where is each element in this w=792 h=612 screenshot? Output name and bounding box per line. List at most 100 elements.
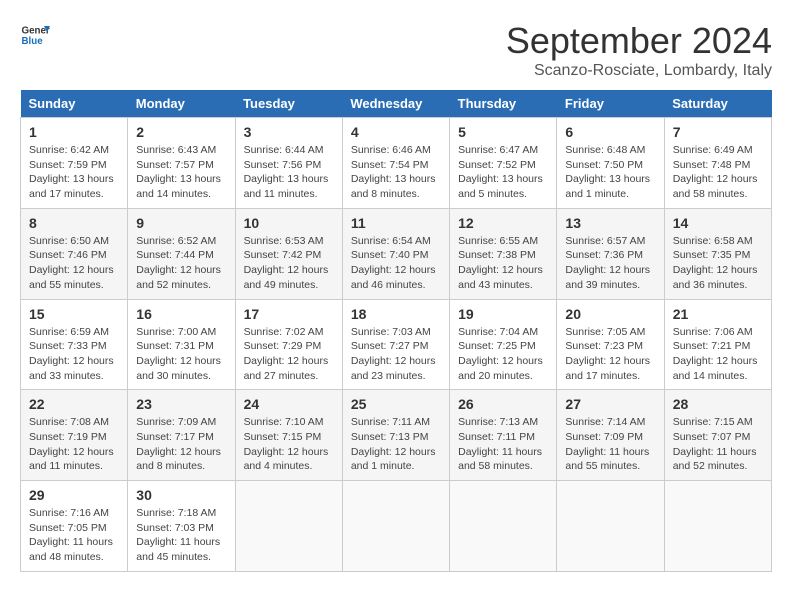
day-number: 22 [29, 396, 119, 412]
day-info: Sunrise: 7:00 AM Sunset: 7:31 PM Dayligh… [136, 325, 226, 384]
day-info: Sunrise: 6:47 AM Sunset: 7:52 PM Dayligh… [458, 143, 548, 202]
svg-text:Blue: Blue [22, 36, 44, 47]
day-info: Sunrise: 7:11 AM Sunset: 7:13 PM Dayligh… [351, 415, 441, 474]
day-number: 9 [136, 215, 226, 231]
calendar-cell: 16 Sunrise: 7:00 AM Sunset: 7:31 PM Dayli… [128, 299, 235, 390]
calendar-week-row: 1Sunrise: 6:42 AM Sunset: 7:59 PM Daylig… [21, 118, 772, 209]
calendar-cell: 21 Sunrise: 7:06 AM Sunset: 7:21 PM Dayli… [664, 299, 771, 390]
day-number: 25 [351, 396, 441, 412]
calendar-cell [557, 481, 664, 572]
day-header-monday: Monday [128, 90, 235, 118]
day-info: Sunrise: 6:58 AM Sunset: 7:35 PM Dayligh… [673, 234, 763, 293]
day-number: 10 [244, 215, 334, 231]
calendar-cell: 5 Sunrise: 6:47 AM Sunset: 7:52 PM Daylig… [450, 118, 557, 209]
day-number: 14 [673, 215, 763, 231]
day-number: 21 [673, 306, 763, 322]
logo-icon: General Blue [20, 20, 50, 50]
calendar-cell [342, 481, 449, 572]
day-number: 23 [136, 396, 226, 412]
day-number: 20 [565, 306, 655, 322]
day-info: Sunrise: 6:54 AM Sunset: 7:40 PM Dayligh… [351, 234, 441, 293]
day-number: 8 [29, 215, 119, 231]
calendar-week-row: 29 Sunrise: 7:16 AM Sunset: 7:05 PM Dayli… [21, 481, 772, 572]
day-number: 29 [29, 487, 119, 503]
calendar-week-row: 8 Sunrise: 6:50 AM Sunset: 7:46 PM Daylig… [21, 208, 772, 299]
day-info: Sunrise: 6:49 AM Sunset: 7:48 PM Dayligh… [673, 143, 763, 202]
calendar-body: 1Sunrise: 6:42 AM Sunset: 7:59 PM Daylig… [21, 118, 772, 572]
day-number: 4 [351, 124, 441, 140]
calendar-cell: 22 Sunrise: 7:08 AM Sunset: 7:19 PM Dayli… [21, 390, 128, 481]
day-info: Sunrise: 6:42 AM Sunset: 7:59 PM Dayligh… [29, 143, 119, 202]
day-info: Sunrise: 7:02 AM Sunset: 7:29 PM Dayligh… [244, 325, 334, 384]
day-info: Sunrise: 6:55 AM Sunset: 7:38 PM Dayligh… [458, 234, 548, 293]
calendar-cell: 12 Sunrise: 6:55 AM Sunset: 7:38 PM Dayli… [450, 208, 557, 299]
day-number: 19 [458, 306, 548, 322]
calendar-cell [450, 481, 557, 572]
calendar-cell: 9 Sunrise: 6:52 AM Sunset: 7:44 PM Daylig… [128, 208, 235, 299]
calendar-cell: 7Sunrise: 6:49 AM Sunset: 7:48 PM Daylig… [664, 118, 771, 209]
day-header-sunday: Sunday [21, 90, 128, 118]
day-info: Sunrise: 7:08 AM Sunset: 7:19 PM Dayligh… [29, 415, 119, 474]
day-info: Sunrise: 7:15 AM Sunset: 7:07 PM Dayligh… [673, 415, 763, 474]
day-info: Sunrise: 6:48 AM Sunset: 7:50 PM Dayligh… [565, 143, 655, 202]
calendar-cell [664, 481, 771, 572]
day-info: Sunrise: 7:18 AM Sunset: 7:03 PM Dayligh… [136, 506, 226, 565]
day-number: 3 [244, 124, 334, 140]
calendar-cell: 19 Sunrise: 7:04 AM Sunset: 7:25 PM Dayli… [450, 299, 557, 390]
day-info: Sunrise: 7:13 AM Sunset: 7:11 PM Dayligh… [458, 415, 548, 474]
day-number: 15 [29, 306, 119, 322]
day-number: 13 [565, 215, 655, 231]
calendar-cell: 20Sunrise: 7:05 AM Sunset: 7:23 PM Dayli… [557, 299, 664, 390]
day-info: Sunrise: 7:10 AM Sunset: 7:15 PM Dayligh… [244, 415, 334, 474]
calendar-cell: 24 Sunrise: 7:10 AM Sunset: 7:15 PM Dayli… [235, 390, 342, 481]
day-header-wednesday: Wednesday [342, 90, 449, 118]
calendar-cell: 8 Sunrise: 6:50 AM Sunset: 7:46 PM Daylig… [21, 208, 128, 299]
calendar-cell: 18Sunrise: 7:03 AM Sunset: 7:27 PM Dayli… [342, 299, 449, 390]
day-info: Sunrise: 6:43 AM Sunset: 7:57 PM Dayligh… [136, 143, 226, 202]
day-number: 26 [458, 396, 548, 412]
calendar-table: SundayMondayTuesdayWednesdayThursdayFrid… [20, 90, 772, 572]
day-number: 24 [244, 396, 334, 412]
calendar-cell: 2 Sunrise: 6:43 AM Sunset: 7:57 PM Daylig… [128, 118, 235, 209]
day-info: Sunrise: 7:14 AM Sunset: 7:09 PM Dayligh… [565, 415, 655, 474]
day-info: Sunrise: 6:52 AM Sunset: 7:44 PM Dayligh… [136, 234, 226, 293]
day-number: 28 [673, 396, 763, 412]
day-info: Sunrise: 6:46 AM Sunset: 7:54 PM Dayligh… [351, 143, 441, 202]
day-number: 30 [136, 487, 226, 503]
day-number: 11 [351, 215, 441, 231]
calendar-cell: 4 Sunrise: 6:46 AM Sunset: 7:54 PM Daylig… [342, 118, 449, 209]
day-number: 16 [136, 306, 226, 322]
day-number: 17 [244, 306, 334, 322]
calendar-cell: 1Sunrise: 6:42 AM Sunset: 7:59 PM Daylig… [21, 118, 128, 209]
day-info: Sunrise: 7:04 AM Sunset: 7:25 PM Dayligh… [458, 325, 548, 384]
day-info: Sunrise: 6:53 AM Sunset: 7:42 PM Dayligh… [244, 234, 334, 293]
day-number: 2 [136, 124, 226, 140]
day-number: 12 [458, 215, 548, 231]
calendar-cell: 23 Sunrise: 7:09 AM Sunset: 7:17 PM Dayli… [128, 390, 235, 481]
header: General Blue September 2024 Scanzo-Rosci… [20, 20, 772, 80]
day-info: Sunrise: 7:16 AM Sunset: 7:05 PM Dayligh… [29, 506, 119, 565]
day-info: Sunrise: 7:03 AM Sunset: 7:27 PM Dayligh… [351, 325, 441, 384]
calendar-cell: 28 Sunrise: 7:15 AM Sunset: 7:07 PM Dayli… [664, 390, 771, 481]
calendar-cell: 6Sunrise: 6:48 AM Sunset: 7:50 PM Daylig… [557, 118, 664, 209]
day-header-tuesday: Tuesday [235, 90, 342, 118]
calendar-cell: 3 Sunrise: 6:44 AM Sunset: 7:56 PM Daylig… [235, 118, 342, 209]
calendar-cell: 14 Sunrise: 6:58 AM Sunset: 7:35 PM Dayli… [664, 208, 771, 299]
calendar-cell: 27 Sunrise: 7:14 AM Sunset: 7:09 PM Dayli… [557, 390, 664, 481]
calendar-week-row: 15Sunrise: 6:59 AM Sunset: 7:33 PM Dayli… [21, 299, 772, 390]
day-info: Sunrise: 6:50 AM Sunset: 7:46 PM Dayligh… [29, 234, 119, 293]
day-info: Sunrise: 6:44 AM Sunset: 7:56 PM Dayligh… [244, 143, 334, 202]
day-number: 27 [565, 396, 655, 412]
day-info: Sunrise: 7:09 AM Sunset: 7:17 PM Dayligh… [136, 415, 226, 474]
calendar-cell: 25 Sunrise: 7:11 AM Sunset: 7:13 PM Dayli… [342, 390, 449, 481]
day-header-friday: Friday [557, 90, 664, 118]
calendar-cell: 10 Sunrise: 6:53 AM Sunset: 7:42 PM Dayli… [235, 208, 342, 299]
calendar-cell: 15Sunrise: 6:59 AM Sunset: 7:33 PM Dayli… [21, 299, 128, 390]
day-info: Sunrise: 6:57 AM Sunset: 7:36 PM Dayligh… [565, 234, 655, 293]
day-number: 5 [458, 124, 548, 140]
day-info: Sunrise: 7:06 AM Sunset: 7:21 PM Dayligh… [673, 325, 763, 384]
calendar-cell: 17 Sunrise: 7:02 AM Sunset: 7:29 PM Dayli… [235, 299, 342, 390]
calendar-cell: 29 Sunrise: 7:16 AM Sunset: 7:05 PM Dayli… [21, 481, 128, 572]
location-title: Scanzo-Rosciate, Lombardy, Italy [506, 62, 772, 80]
calendar-cell: 26 Sunrise: 7:13 AM Sunset: 7:11 PM Dayli… [450, 390, 557, 481]
